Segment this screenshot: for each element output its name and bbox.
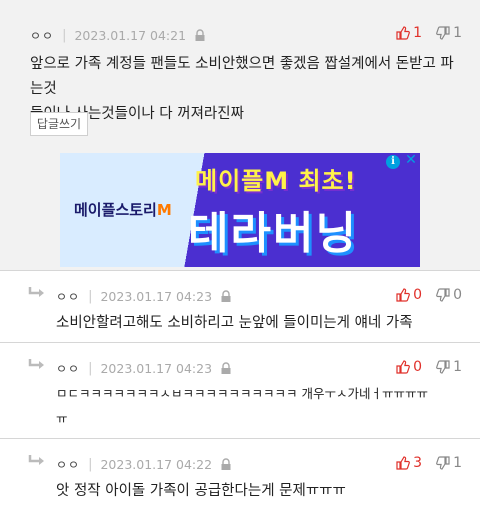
reply-text-line: 소비안할려고해도 소비하리고 눈앞에 들이미는게 얘네 가족 <box>56 315 413 331</box>
reply-text-line: ㅠ <box>56 411 68 426</box>
downvote-button[interactable]: 1 <box>436 25 462 41</box>
thumbs-up-icon <box>396 26 411 40</box>
comment-nickname[interactable]: ㅇㅇ <box>30 27 54 44</box>
upvote-count: 0 <box>413 359 423 375</box>
main-comment: ㅇㅇ | 2023.01.17 04:21 1 1 앞으로 가족 계정들 팬들도… <box>0 0 480 270</box>
downvote-count: 1 <box>453 455 462 471</box>
reply-meta: ㅇㅇ | 2023.01.17 04:22 <box>56 456 232 473</box>
thumbs-up-icon <box>396 456 411 470</box>
reply-arrow-icon <box>28 285 46 304</box>
ip-lock-icon <box>194 29 206 42</box>
reply-date: 2023.01.17 04:22 <box>100 457 213 472</box>
upvote-count: 0 <box>413 287 423 303</box>
reply-button[interactable]: 답글쓰기 <box>30 112 88 136</box>
ad-logo-m: M <box>156 201 172 219</box>
reply-votes: 0 0 <box>382 287 462 303</box>
downvote-button[interactable]: 1 <box>436 455 462 471</box>
reply-date: 2023.01.17 04:23 <box>100 289 213 304</box>
downvote-button[interactable]: 0 <box>436 287 462 303</box>
downvote-count: 1 <box>453 359 462 375</box>
comment-meta: ㅇㅇ | 2023.01.17 04:21 <box>30 27 206 44</box>
comment-text-line: 앞으로 가족 계정들 팬들도 소비안했으면 좋겠음 짭설계에서 돈받고 파는것 <box>30 56 454 97</box>
upvote-button[interactable]: 3 <box>396 455 422 471</box>
ad-logo-text: 메이플스토리 <box>74 201 157 219</box>
downvote-count: 1 <box>453 25 462 41</box>
ip-lock-icon <box>220 290 232 303</box>
reply-arrow-icon <box>28 357 46 376</box>
thumbs-down-icon <box>436 288 450 302</box>
reply-text: 소비안할려고해도 소비하리고 눈앞에 들이미는게 얘네 가족 <box>56 311 466 336</box>
reply-nickname[interactable]: ㅇㅇ <box>56 288 80 305</box>
thumbs-down-icon <box>436 360 450 374</box>
downvote-button[interactable]: 1 <box>436 359 462 375</box>
thumbs-up-icon <box>396 288 411 302</box>
comment-text: 앞으로 가족 계정들 팬들도 소비안했으면 좋겠음 짭설계에서 돈받고 파는것 … <box>30 52 460 127</box>
upvote-button[interactable]: 0 <box>396 359 422 375</box>
ad-logo: 메이플스토리M <box>74 199 172 220</box>
meta-divider: | <box>62 28 67 43</box>
comment-votes: 1 1 <box>382 25 462 41</box>
reply-text: ㅁㄷㅋㅋㅋㅋㅋㅋㅋㅅㅂㅋㅋㅋㅋㅋㅋㅋㅋㅋㅋ 개우ㅜㅅ가네ㅓㅠㅠㅠㅠ ㅠ <box>56 381 466 431</box>
reply-text: 앗 정작 아이돌 가족이 공급한다는게 문제ㅠㅠㅠ <box>56 479 466 504</box>
upvote-count: 3 <box>413 455 423 471</box>
reply-comment: ㅇㅇ | 2023.01.17 04:23 0 0 소비안할려고해도 소비하리고… <box>0 270 480 342</box>
reply-nickname[interactable]: ㅇㅇ <box>56 456 80 473</box>
ip-lock-icon <box>220 362 232 375</box>
meta-divider: | <box>88 289 93 304</box>
thumbs-down-icon <box>436 456 450 470</box>
reply-meta: ㅇㅇ | 2023.01.17 04:23 <box>56 288 232 305</box>
reply-date: 2023.01.17 04:23 <box>100 361 213 376</box>
ad-close-icon[interactable]: ✕ <box>404 153 418 167</box>
reply-arrow-icon <box>28 453 46 472</box>
thumbs-down-icon <box>436 26 450 40</box>
upvote-button[interactable]: 1 <box>396 25 422 41</box>
reply-votes: 3 1 <box>382 455 462 471</box>
upvote-count: 1 <box>413 25 423 41</box>
upvote-button[interactable]: 0 <box>396 287 422 303</box>
thumbs-up-icon <box>396 360 411 374</box>
reply-comment: ㅇㅇ | 2023.01.17 04:23 0 1 ㅁㄷㅋㅋㅋㅋㅋㅋㅋㅅㅂㅋㅋㅋ… <box>0 342 480 438</box>
reply-text-line: 앗 정작 아이돌 가족이 공급한다는게 문제ㅠㅠㅠ <box>56 483 346 499</box>
reply-votes: 0 1 <box>382 359 462 375</box>
ad-banner[interactable]: 메이플스토리M 메이플M 최초! 테라버닝 i ✕ <box>60 153 420 267</box>
reply-nickname[interactable]: ㅇㅇ <box>56 360 80 377</box>
reply-meta: ㅇㅇ | 2023.01.17 04:23 <box>56 360 232 377</box>
comment-text-line: 들이나 사는것들이나 다 꺼져라진짜 <box>30 106 244 122</box>
ad-headline: 메이플M 최초! <box>195 167 357 195</box>
ip-lock-icon <box>220 458 232 471</box>
ad-big-text: 테라버닝 <box>188 208 358 259</box>
ad-info-icon[interactable]: i <box>386 155 400 169</box>
reply-text-line: ㅁㄷㅋㅋㅋㅋㅋㅋㅋㅅㅂㅋㅋㅋㅋㅋㅋㅋㅋㅋㅋ 개우ㅜㅅ가네ㅓㅠㅠㅠㅠ <box>56 386 428 401</box>
comment-date: 2023.01.17 04:21 <box>74 28 187 43</box>
meta-divider: | <box>88 457 93 472</box>
reply-comment: ㅇㅇ | 2023.01.17 04:22 3 1 앗 정작 아이돌 가족이 공… <box>0 438 480 529</box>
downvote-count: 0 <box>453 287 462 303</box>
meta-divider: | <box>88 361 93 376</box>
